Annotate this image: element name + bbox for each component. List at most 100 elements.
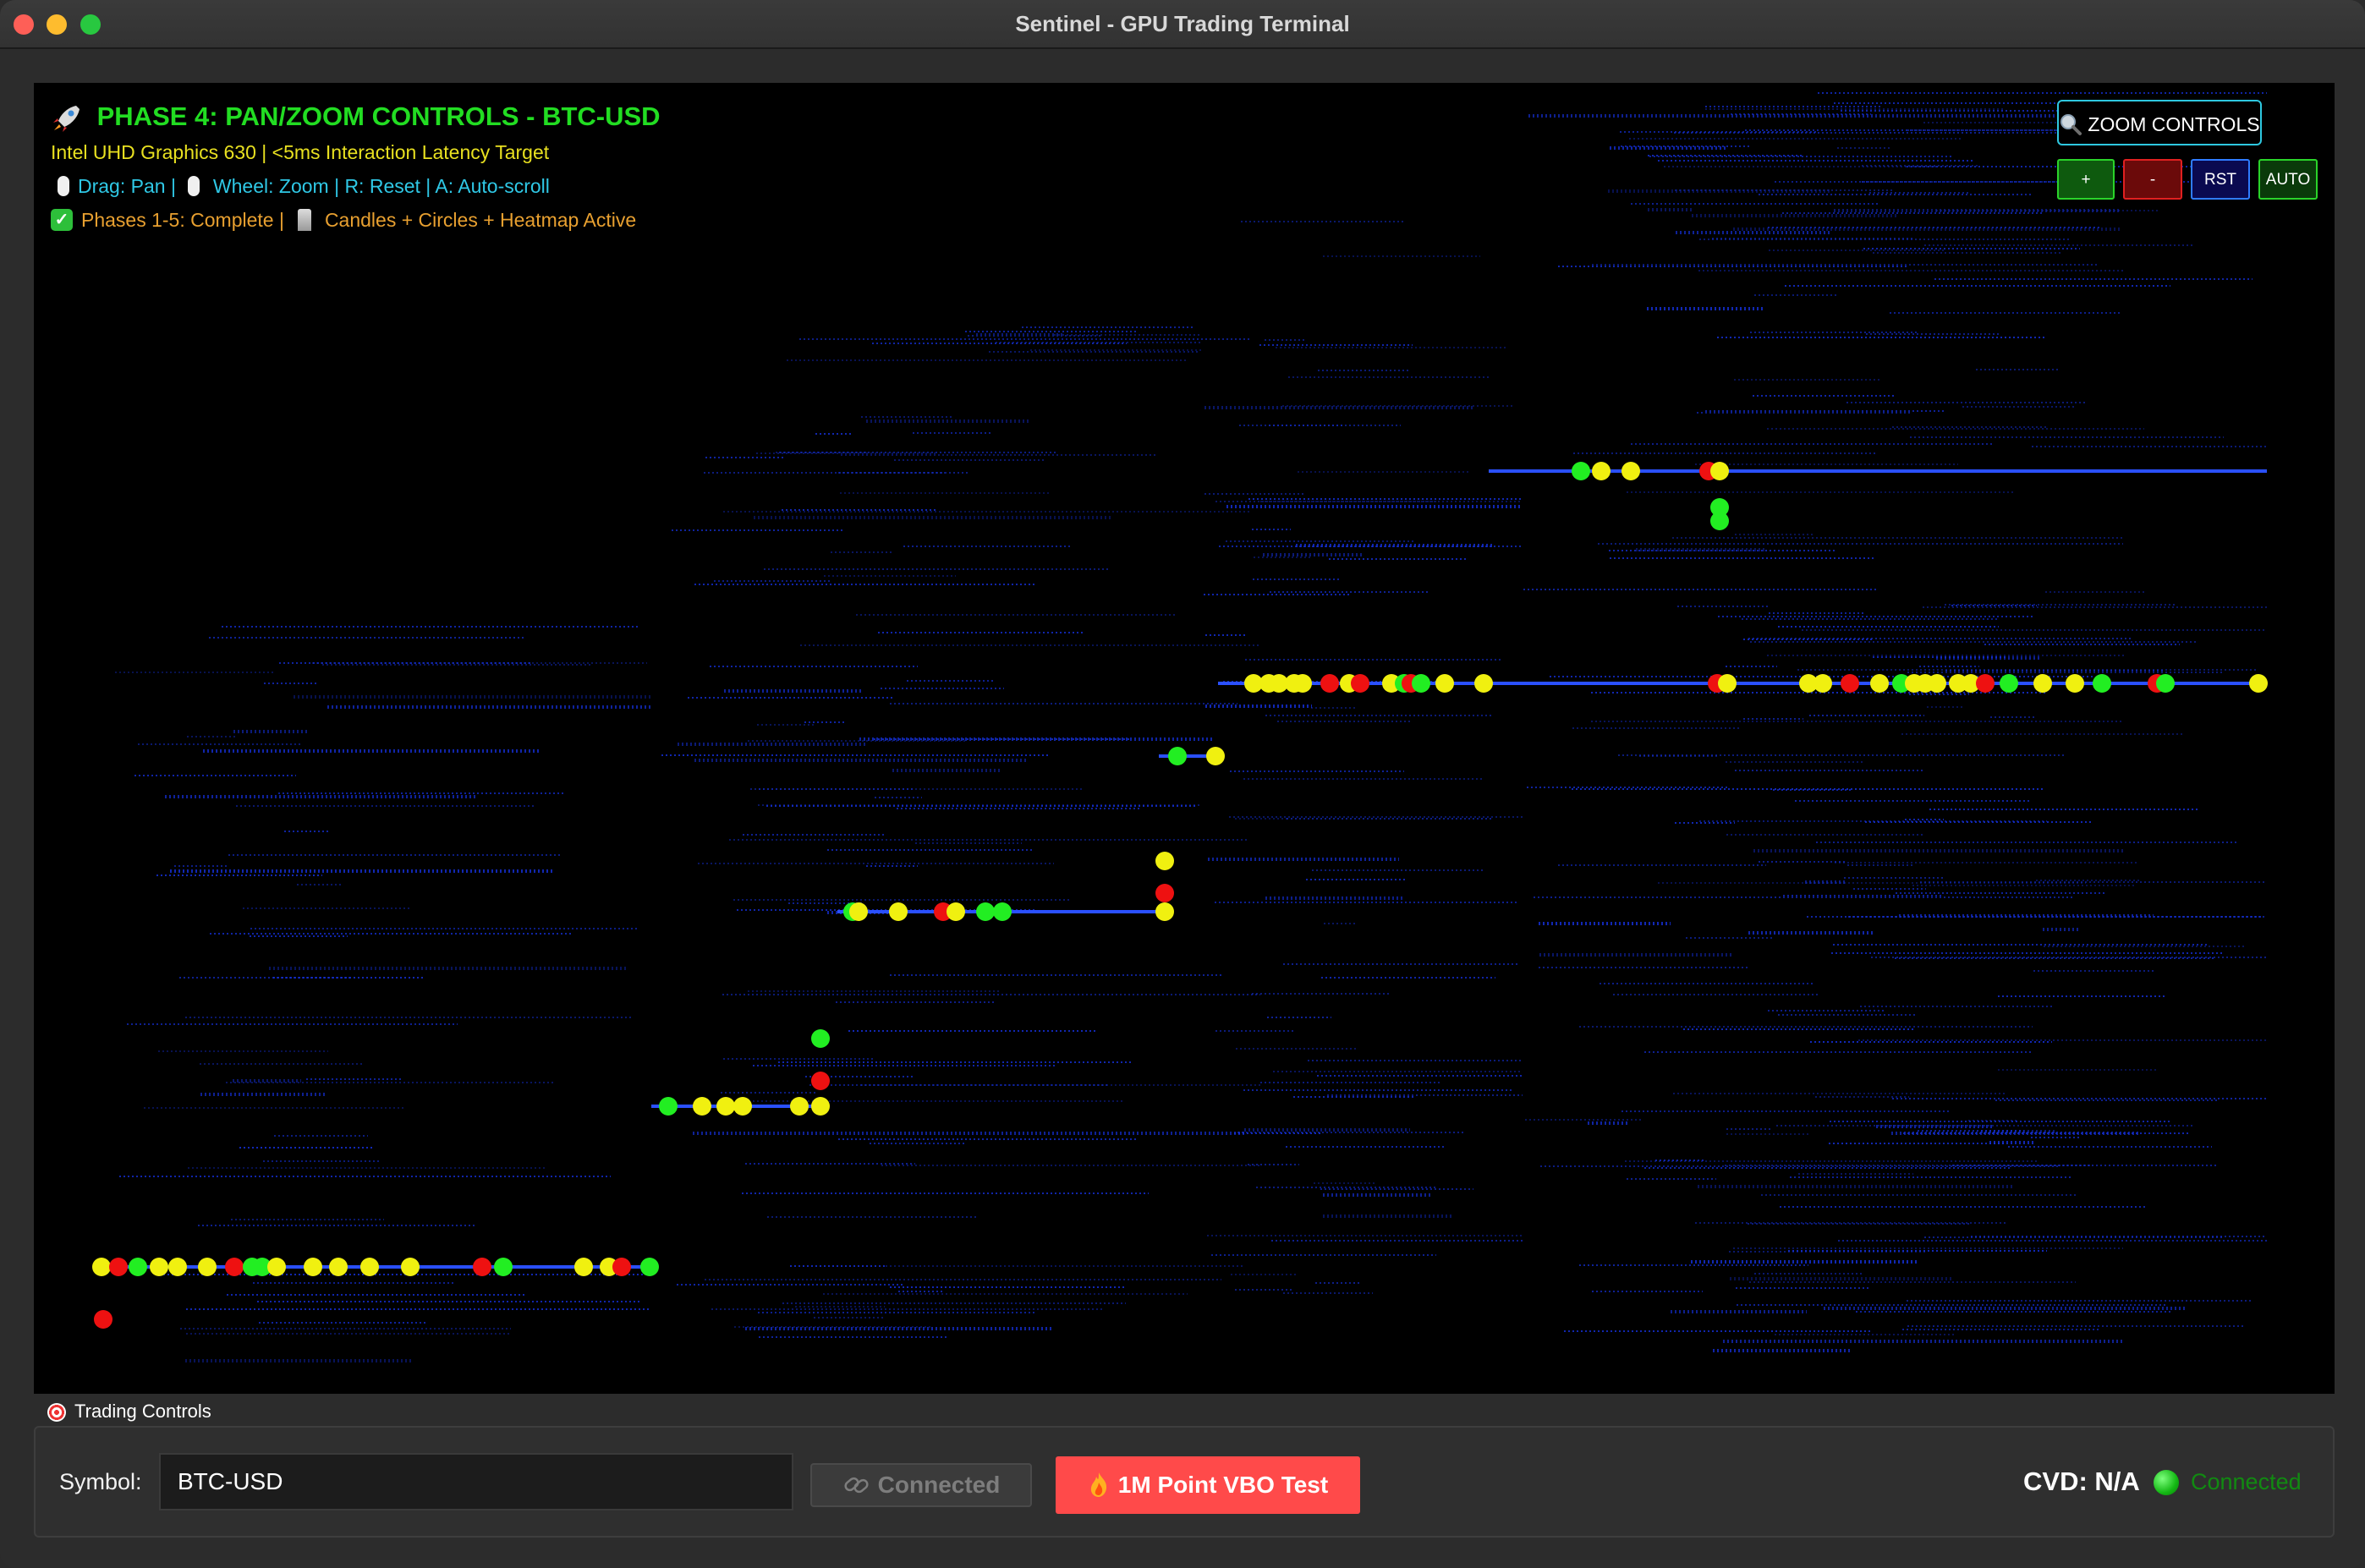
title-bar: Sentinel - GPU Trading Terminal xyxy=(0,0,2365,49)
trading-controls-label: Trading Controls xyxy=(47,1399,211,1424)
overlay-title-row: PHASE 4: PAN/ZOOM CONTROLS - BTC-USD xyxy=(51,98,661,135)
trade-circle xyxy=(473,1258,491,1276)
mouse-icon xyxy=(58,175,69,196)
trade-circle xyxy=(693,1097,711,1116)
trade-circle xyxy=(716,1097,735,1116)
trade-circle xyxy=(360,1258,379,1276)
trade-circle xyxy=(267,1258,286,1276)
trade-circle xyxy=(1155,884,1174,902)
trade-circle xyxy=(1293,674,1312,693)
trade-circle xyxy=(1435,674,1454,693)
zoom-controls-header[interactable]: ZOOM CONTROLS xyxy=(2057,100,2262,145)
trade-circle xyxy=(225,1258,244,1276)
trade-circle xyxy=(168,1258,187,1276)
trade-circle xyxy=(1320,674,1339,693)
trade-circle xyxy=(1474,674,1493,693)
trade-circle xyxy=(1928,674,1946,693)
trade-circle xyxy=(1155,902,1174,921)
trade-circle xyxy=(304,1258,322,1276)
trade-circle xyxy=(1168,747,1187,765)
trade-circle xyxy=(2249,674,2268,693)
trade-circle xyxy=(640,1258,659,1276)
window-title: Sentinel - GPU Trading Terminal xyxy=(1015,11,1350,36)
zoom-reset-button[interactable]: RST xyxy=(2191,159,2250,200)
phase-active-text: Candles + Circles + Heatmap Active xyxy=(324,209,637,231)
trade-circle xyxy=(947,902,965,921)
trade-circle xyxy=(1412,674,1430,693)
mouse-icon xyxy=(187,175,200,196)
trade-circle xyxy=(574,1258,593,1276)
connection-status-icon xyxy=(2154,1470,2179,1495)
trade-circle xyxy=(1351,674,1369,693)
app-window: Sentinel - GPU Trading Terminal PHASE 4:… xyxy=(0,0,2365,1568)
tower-icon xyxy=(297,208,311,231)
link-icon xyxy=(844,1477,869,1493)
zoom-in-button[interactable]: + xyxy=(2057,159,2115,200)
connection-status-text: Connected xyxy=(2191,1469,2302,1494)
trade-circle xyxy=(1870,674,1889,693)
trade-circle xyxy=(811,1029,830,1048)
trade-circle xyxy=(811,1072,830,1090)
trade-circle xyxy=(659,1097,678,1116)
symbol-label: Symbol: xyxy=(59,1469,142,1494)
rocket-icon xyxy=(53,105,80,132)
trading-controls-title: Trading Controls xyxy=(74,1401,211,1422)
trade-circle xyxy=(198,1258,217,1276)
trade-circle xyxy=(2156,674,2175,693)
cvd-readout: CVD: N/A xyxy=(2023,1467,2140,1496)
trade-circle xyxy=(2093,674,2111,693)
trade-circle xyxy=(976,902,995,921)
trade-circle xyxy=(150,1258,168,1276)
auto-scroll-button[interactable]: AUTO xyxy=(2258,159,2318,200)
overlay-subtitle: Intel UHD Graphics 630 | <5ms Interactio… xyxy=(51,141,550,163)
trade-circle xyxy=(1621,462,1640,480)
help-drag-text: Drag: Pan | xyxy=(78,175,176,197)
chart-canvas[interactable]: PHASE 4: PAN/ZOOM CONTROLS - BTC-USD Int… xyxy=(34,83,2335,1394)
trade-circle xyxy=(733,1097,752,1116)
trade-circle xyxy=(129,1258,147,1276)
trade-circle xyxy=(612,1258,631,1276)
trade-circle xyxy=(94,1310,112,1329)
trade-circle xyxy=(993,902,1012,921)
trade-circle xyxy=(889,902,908,921)
trade-circle xyxy=(790,1097,809,1116)
overlay-help-row: Drag: Pan | Wheel: Zoom | R: Reset | A: A… xyxy=(51,169,661,203)
phase-status-text: Phases 1-5: Complete | xyxy=(81,209,284,231)
vbo-test-button[interactable]: 1M Point VBO Test xyxy=(1056,1456,1360,1514)
check-icon: ✓ xyxy=(51,208,73,231)
zoom-out-button[interactable]: - xyxy=(2123,159,2182,200)
trade-circle xyxy=(401,1258,420,1276)
trade-circle xyxy=(1718,674,1737,693)
trade-circle xyxy=(1572,462,1590,480)
trade-circle xyxy=(1841,674,1859,693)
trade-circle xyxy=(329,1258,348,1276)
trade-circle xyxy=(1814,674,1832,693)
connect-button-label: Connected xyxy=(877,1472,1001,1498)
fire-icon xyxy=(1090,1472,1106,1497)
connect-button[interactable]: Connected xyxy=(810,1463,1032,1507)
info-overlay: PHASE 4: PAN/ZOOM CONTROLS - BTC-USD Int… xyxy=(51,98,661,237)
trade-circle xyxy=(2033,674,2052,693)
symbol-input[interactable]: BTC-USD xyxy=(159,1453,793,1510)
help-wheel-text: Wheel: Zoom | R: Reset | A: Auto-scroll xyxy=(212,175,550,197)
overlay-title: PHASE 4: PAN/ZOOM CONTROLS - BTC-USD xyxy=(96,101,661,131)
trade-circle xyxy=(2000,674,2018,693)
trade-circle xyxy=(92,1258,111,1276)
trade-circle xyxy=(109,1258,128,1276)
overlay-phase-row: ✓ Phases 1-5: Complete | Candles + Circles… xyxy=(51,203,661,237)
heatmap-layer xyxy=(115,92,2267,1362)
trade-circle xyxy=(1155,852,1174,870)
trade-circle xyxy=(1976,674,1995,693)
search-icon xyxy=(2060,113,2082,135)
trade-circle xyxy=(2066,674,2084,693)
trade-circle xyxy=(849,902,868,921)
trade-circle xyxy=(1710,462,1729,480)
trade-circle xyxy=(811,1097,830,1116)
trade-circle xyxy=(494,1258,513,1276)
trade-circle xyxy=(1592,462,1611,480)
trade-circle xyxy=(1206,747,1225,765)
trade-circle xyxy=(1710,512,1729,530)
trading-controls-panel: Symbol: BTC-USD Connected 1M Point VBO T… xyxy=(34,1426,2335,1538)
heatmap-chart[interactable] xyxy=(34,83,2335,1394)
vbo-test-label: 1M Point VBO Test xyxy=(1117,1472,1329,1498)
